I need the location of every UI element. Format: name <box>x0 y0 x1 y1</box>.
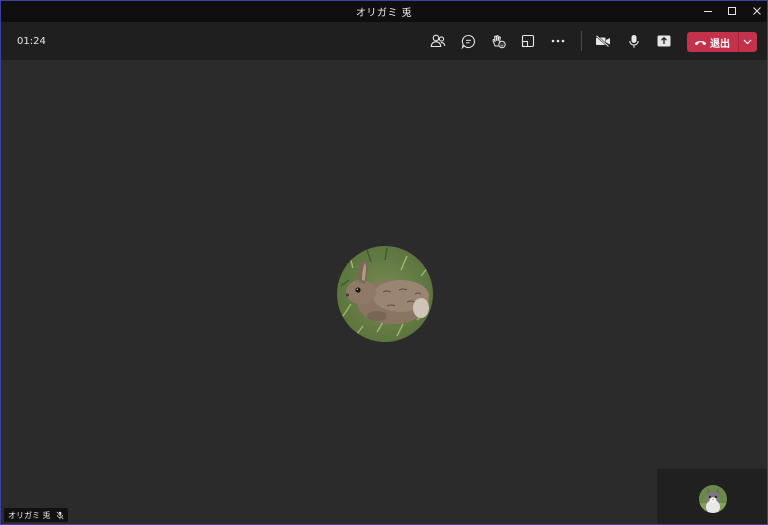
camera-toggle-button[interactable] <box>592 31 614 51</box>
participant-avatar <box>337 246 433 342</box>
minimize-icon <box>704 11 712 12</box>
minimize-button[interactable] <box>695 0 721 22</box>
participants-icon <box>430 34 446 48</box>
window-title: オリガミ 兎 <box>355 8 413 19</box>
share-screen-icon <box>521 34 535 48</box>
maximize-button[interactable] <box>719 0 745 22</box>
toolbar-divider <box>581 31 582 51</box>
chevron-down-icon <box>743 39 752 45</box>
call-timer: 01:24 <box>17 36 46 47</box>
cat-photo <box>699 485 727 513</box>
microphone-button[interactable] <box>623 31 645 51</box>
rabbit-photo <box>337 246 433 342</box>
title-bar: オリガミ 兎 <box>0 0 768 22</box>
share-tray-button[interactable] <box>653 31 675 51</box>
chat-button[interactable] <box>457 31 479 51</box>
call-control-bar: 01:24 退出 <box>0 22 768 60</box>
participant-name-tag: オリガミ 兎 <box>4 508 68 522</box>
more-options-button[interactable] <box>547 31 569 51</box>
participant-name: オリガミ 兎 <box>8 510 51 520</box>
self-avatar <box>699 485 727 513</box>
leave-label: 退出 <box>710 38 730 50</box>
mic-muted-icon <box>55 510 64 520</box>
chat-icon <box>461 34 475 49</box>
share-screen-button[interactable] <box>517 31 539 51</box>
reactions-icon <box>492 34 506 48</box>
more-options-icon <box>551 39 565 43</box>
close-button[interactable] <box>744 0 768 22</box>
close-icon <box>753 7 761 15</box>
leave-options-button[interactable] <box>739 32 757 52</box>
leave-button-group: 退出 <box>687 32 757 52</box>
hang-up-icon <box>694 40 707 45</box>
reactions-button[interactable] <box>487 31 509 51</box>
leave-button[interactable]: 退出 <box>687 32 734 52</box>
camera-off-icon <box>595 35 610 47</box>
participants-button[interactable] <box>427 31 449 51</box>
microphone-icon <box>629 34 639 48</box>
maximize-icon <box>728 7 736 15</box>
share-tray-icon <box>657 35 671 47</box>
